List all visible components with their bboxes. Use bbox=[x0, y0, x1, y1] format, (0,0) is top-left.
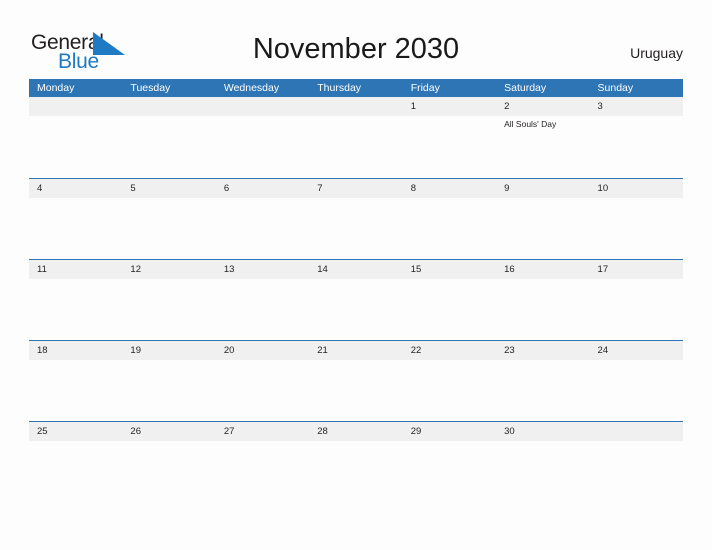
day-cell[interactable]: 24 bbox=[590, 341, 683, 421]
calendar-grid: Monday Tuesday Wednesday Thursday Friday… bbox=[29, 79, 683, 502]
week-row: 25 26 27 28 29 30 bbox=[29, 421, 683, 502]
page-header: General Blue November 2030 Uruguay bbox=[0, 0, 712, 78]
day-number: 19 bbox=[130, 345, 141, 356]
weekday-header-row: Monday Tuesday Wednesday Thursday Friday… bbox=[29, 79, 683, 97]
day-cell[interactable]: 28 bbox=[309, 422, 402, 502]
day-number: 8 bbox=[410, 183, 416, 194]
day-number: 6 bbox=[223, 183, 230, 194]
day-number: 23 bbox=[504, 345, 515, 356]
day-number: 15 bbox=[410, 264, 422, 275]
day-number: 3 bbox=[597, 101, 603, 112]
day-number: 25 bbox=[37, 426, 48, 437]
day-cell[interactable]: 21 bbox=[309, 341, 402, 421]
day-number: 12 bbox=[130, 264, 141, 275]
day-cell[interactable] bbox=[122, 97, 215, 178]
day-number: 14 bbox=[317, 264, 328, 275]
day-cell[interactable]: 19 bbox=[122, 341, 215, 421]
day-number: 10 bbox=[597, 183, 609, 194]
day-cell[interactable]: 18 bbox=[29, 341, 122, 421]
day-number: 21 bbox=[317, 345, 328, 356]
day-cell[interactable]: 14 bbox=[309, 260, 402, 340]
region-label: Uruguay bbox=[630, 45, 683, 61]
day-number: 2 bbox=[504, 101, 510, 112]
day-cell[interactable]: 13 bbox=[216, 260, 309, 340]
page-title: November 2030 bbox=[252, 33, 460, 65]
day-cell[interactable] bbox=[590, 422, 683, 502]
weekday-header-tuesday: Tuesday bbox=[130, 82, 171, 94]
day-cell[interactable]: 12 bbox=[122, 260, 215, 340]
day-cell[interactable]: 4 bbox=[29, 179, 122, 259]
day-number: 28 bbox=[317, 426, 328, 437]
day-cell[interactable]: 25 bbox=[29, 422, 122, 502]
day-number: 17 bbox=[597, 264, 609, 275]
day-cell[interactable] bbox=[309, 97, 402, 178]
week-row: 18 19 20 21 22 23 24 bbox=[29, 340, 683, 421]
day-number: 7 bbox=[317, 183, 323, 194]
day-cell[interactable]: 29 bbox=[403, 422, 496, 502]
day-cell[interactable]: 30 bbox=[496, 422, 589, 502]
day-cell[interactable]: 17 bbox=[590, 260, 683, 340]
day-number: 18 bbox=[37, 345, 48, 356]
day-number: 11 bbox=[37, 264, 47, 275]
day-number: 30 bbox=[504, 426, 515, 437]
weekday-header-sunday: Sunday bbox=[597, 82, 634, 94]
weekday-header-saturday: Saturday bbox=[504, 82, 547, 94]
weekday-header-monday: Monday bbox=[37, 82, 75, 94]
day-cell[interactable]: 8 bbox=[403, 179, 496, 259]
day-number: 16 bbox=[504, 264, 515, 275]
day-cell[interactable]: 6 bbox=[216, 179, 309, 259]
day-number: 13 bbox=[223, 264, 235, 275]
week-row: 1 2 All Souls' Day 3 bbox=[29, 97, 683, 178]
day-cell[interactable]: 1 bbox=[403, 97, 496, 178]
day-number: 24 bbox=[597, 345, 609, 356]
day-event: All Souls' Day bbox=[504, 119, 557, 129]
day-cell[interactable]: 27 bbox=[216, 422, 309, 502]
weekday-header-thursday: Thursday bbox=[317, 82, 362, 94]
day-cell[interactable] bbox=[216, 97, 309, 178]
day-cell[interactable]: 16 bbox=[496, 260, 589, 340]
day-number: 4 bbox=[37, 183, 43, 194]
day-number: 22 bbox=[410, 345, 422, 356]
day-number: 9 bbox=[504, 183, 510, 194]
weekday-header-wednesday: Wednesday bbox=[223, 82, 280, 94]
day-number: 20 bbox=[223, 345, 235, 356]
day-number: 1 bbox=[410, 101, 416, 112]
day-number: 29 bbox=[410, 426, 422, 437]
week-row: 4 5 6 7 8 9 10 bbox=[29, 178, 683, 259]
day-number: 26 bbox=[130, 426, 141, 437]
day-cell[interactable]: 20 bbox=[216, 341, 309, 421]
day-number: 5 bbox=[130, 183, 136, 194]
day-cell[interactable]: 10 bbox=[590, 179, 683, 259]
day-number: 27 bbox=[223, 426, 235, 437]
day-cell[interactable]: 26 bbox=[122, 422, 215, 502]
day-cell[interactable]: 5 bbox=[122, 179, 215, 259]
day-cell[interactable] bbox=[29, 97, 122, 178]
day-cell[interactable]: 7 bbox=[309, 179, 402, 259]
day-cell[interactable]: 9 bbox=[496, 179, 589, 259]
weekday-header-friday: Friday bbox=[410, 82, 440, 94]
day-cell[interactable]: 22 bbox=[403, 341, 496, 421]
day-cell[interactable]: 15 bbox=[403, 260, 496, 340]
day-cell[interactable]: 3 bbox=[590, 97, 683, 178]
day-cell[interactable]: 23 bbox=[496, 341, 589, 421]
week-row: 11 12 13 14 15 16 17 bbox=[29, 259, 683, 340]
day-cell[interactable]: 11 bbox=[29, 260, 122, 340]
day-cell[interactable]: 2 All Souls' Day bbox=[496, 97, 589, 178]
